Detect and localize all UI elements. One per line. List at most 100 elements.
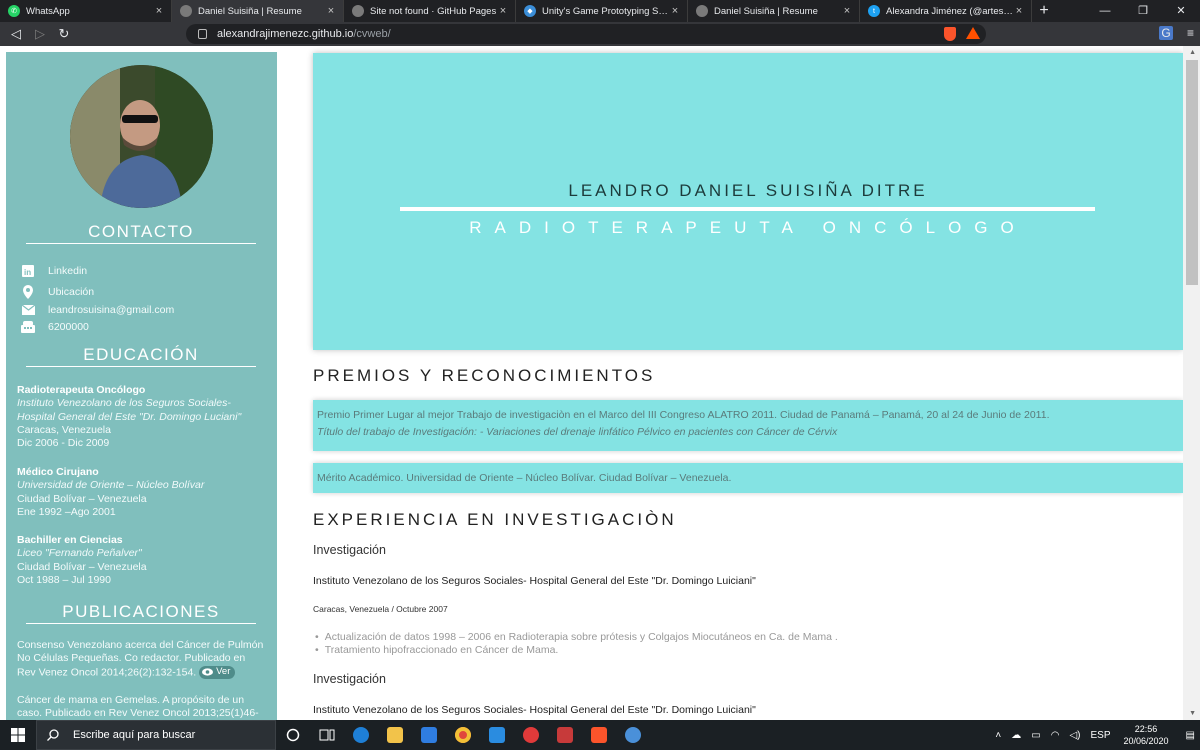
file-explorer-icon[interactable] (378, 720, 412, 750)
scroll-down-arrow-icon[interactable]: ▼ (1189, 710, 1196, 717)
tab-unity-series[interactable]: ◆ Unity's Game Prototyping Series - × (516, 0, 688, 22)
volume-icon[interactable]: ◁) (1069, 730, 1080, 741)
award-subtext: Título del trabajo de Investigación: - V… (317, 426, 838, 438)
tab-title: Daniel Suisiña | Resume (714, 5, 818, 17)
eye-icon (202, 668, 214, 676)
tab-title: Alexandra Jiménez (@artesalexj) / (886, 5, 1013, 17)
windows-logo-icon (11, 728, 25, 742)
menu-icon[interactable]: ≡ (1187, 26, 1194, 40)
close-icon[interactable]: × (1013, 5, 1025, 17)
photos-app-icon[interactable] (548, 720, 582, 750)
brave-shield-icon[interactable] (944, 27, 956, 41)
close-icon[interactable]: × (325, 5, 337, 17)
twitter-icon: t (868, 5, 880, 17)
institution: Universidad de Oriente – Núcleo Bolívar (17, 479, 205, 492)
webpage: CONTACTO in Linkedin Ubicación leandrosu… (0, 46, 1200, 720)
dates: Dic 2006 - Dic 2009 (17, 437, 110, 450)
taskbar-search[interactable]: Escribe aquí para buscar (36, 720, 276, 750)
contact-phone[interactable]: 6200000 (20, 321, 89, 333)
close-icon[interactable]: × (153, 5, 165, 17)
tab-daniel-resume-2[interactable]: Daniel Suisiña | Resume × (688, 0, 860, 22)
hero-banner: LEANDRO DANIEL SUISIÑA DITRE RADIOTERAPE… (313, 53, 1183, 350)
page-scrollbar[interactable]: ▲ ▼ (1183, 46, 1200, 720)
profile-photo (70, 65, 213, 208)
publication-item: Consenso Venezolano acerca del Cáncer de… (17, 639, 267, 679)
contact-location[interactable]: Ubicación (20, 285, 94, 299)
research-heading: Investigación (313, 672, 386, 686)
notifications-icon[interactable]: ▤ (1186, 730, 1195, 741)
system-tray: ˄ ☁ ▭ ◠ ◁) ESP 22:56 20/06/2020 ▤ (990, 720, 1200, 750)
hero-divider (400, 207, 1095, 211)
place: Ciudad Bolívar – Venezuela (17, 492, 147, 505)
award-item: Premio Primer Lugar al mejor Trabajo de … (313, 400, 1183, 451)
institution: Liceo "Fernando Peñalver" (17, 547, 142, 560)
scroll-thumb[interactable] (1186, 60, 1198, 285)
contact-label: 6200000 (48, 321, 89, 333)
chevron-up-icon[interactable]: ˄ (995, 730, 1001, 741)
task-view-icon[interactable] (310, 720, 344, 750)
mail-app-icon[interactable] (412, 720, 446, 750)
browser-tab-strip: ✆ WhatsApp × Daniel Suisiña | Resume × S… (0, 0, 1200, 22)
tab-site-not-found[interactable]: Site not found · GitHub Pages × (344, 0, 516, 22)
tab-twitter[interactable]: t Alexandra Jiménez (@artesalexj) / × (860, 0, 1032, 22)
windows-taskbar: Escribe aquí para buscar ˄ ☁ ▭ ◠ ◁) ESP … (0, 720, 1200, 750)
institution: Instituto Venezolano de los Seguros Soci… (17, 397, 231, 410)
battery-icon[interactable]: ▭ (1031, 730, 1040, 741)
brave-rewards-icon[interactable] (966, 27, 980, 39)
chrome-icon[interactable] (446, 720, 480, 750)
award-item: Mérito Académico. Universidad de Oriente… (313, 463, 1183, 493)
globe-icon (696, 5, 708, 17)
dates: Ene 1992 –Ago 2001 (17, 505, 116, 518)
browser-toolbar: ◁ ▷ ↻ alexandrajimenezc.github.io/cvweb/… (0, 22, 1200, 46)
close-window-button[interactable]: ✕ (1162, 0, 1200, 22)
close-icon[interactable]: × (497, 5, 509, 17)
list-item: Tratamiento hipofraccionado en Cáncer de… (313, 644, 838, 657)
close-icon[interactable]: × (669, 5, 681, 17)
brave-app-icon[interactable] (582, 720, 616, 750)
place: Caracas, Venezuela (17, 423, 111, 436)
hero-subtitle: RADIOTERAPEUTA ONCÓLOGO (469, 218, 1027, 237)
vscode-app-icon[interactable] (480, 720, 514, 750)
publication-line: Cáncer de mama en Gemelas. A propósito d… (17, 694, 245, 706)
mail-icon (20, 305, 36, 315)
dates: Oct 1988 – Jul 1990 (17, 573, 111, 586)
restore-button[interactable]: ❐ (1124, 0, 1162, 22)
chrome-alt-icon[interactable] (616, 720, 650, 750)
degree: Radioterapeuta Oncólogo (17, 384, 146, 396)
contact-label: leandrosuisina@gmail.com (48, 304, 175, 316)
location-pin-icon (20, 285, 36, 299)
award-text: Premio Primer Lugar al mejor Trabajo de … (317, 409, 1050, 421)
media-player-icon[interactable] (514, 720, 548, 750)
education-item: Bachiller en Ciencias Liceo "Fernando Pe… (17, 534, 267, 587)
research-heading: Investigación (313, 543, 386, 557)
degree: Médico Cirujano (17, 466, 99, 478)
ver-button[interactable]: Ver (199, 665, 236, 679)
tab-daniel-resume[interactable]: Daniel Suisiña | Resume × (172, 0, 344, 22)
language-icon[interactable]: ESP (1090, 730, 1110, 741)
edge-icon[interactable] (344, 720, 378, 750)
place: Ciudad Bolívar – Venezuela (17, 560, 147, 573)
translate-icon[interactable]: G (1158, 26, 1173, 40)
publication-line: Rev Venez Oncol 2014;26(2):132-154. Ver (17, 665, 267, 680)
address-bar[interactable]: alexandrajimenezc.github.io/cvweb/ (186, 24, 986, 44)
minimize-button[interactable]: — (1086, 0, 1124, 22)
clock[interactable]: 22:56 20/06/2020 (1124, 723, 1169, 747)
back-button[interactable]: ◁ (4, 26, 28, 42)
reload-button[interactable]: ↻ (52, 26, 76, 42)
cortana-icon[interactable] (276, 720, 310, 750)
tab-title: Daniel Suisiña | Resume (198, 5, 302, 17)
tab-whatsapp[interactable]: ✆ WhatsApp × (0, 0, 172, 22)
network-icon[interactable]: ◠ (1051, 730, 1060, 741)
tab-title: Site not found · GitHub Pages (370, 5, 497, 17)
publication-line: Consenso Venezolano acerca del Cáncer de… (17, 639, 264, 651)
onedrive-icon[interactable]: ☁ (1011, 730, 1021, 741)
contact-email[interactable]: leandrosuisina@gmail.com (20, 304, 174, 316)
awards-title: PREMIOS Y RECONOCIMIENTOS (313, 366, 656, 385)
contact-linkedin[interactable]: in Linkedin (20, 265, 87, 277)
new-tab-button[interactable]: + (1032, 0, 1056, 22)
scroll-up-arrow-icon[interactable]: ▲ (1189, 49, 1196, 56)
close-icon[interactable]: × (841, 5, 853, 17)
start-button[interactable] (0, 720, 36, 750)
forward-button[interactable]: ▷ (28, 26, 52, 42)
tab-title: Unity's Game Prototyping Series - (542, 5, 669, 17)
